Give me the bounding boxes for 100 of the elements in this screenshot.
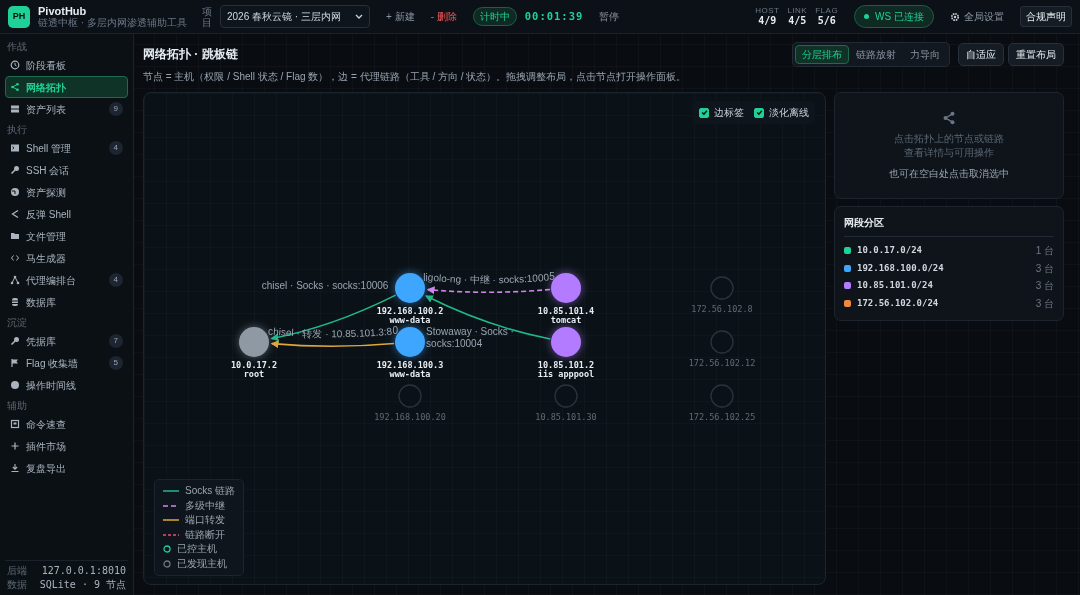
sidebar-item[interactable]: 代理编排台 4: [5, 269, 128, 291]
host-node[interactable]: [239, 327, 269, 357]
host-node[interactable]: [710, 330, 734, 354]
layout-tab[interactable]: 分层排布: [795, 45, 849, 64]
settings-icon: [950, 11, 960, 22]
key-icon: [10, 165, 20, 175]
segment-cidr: 172.56.102.0/24: [857, 296, 940, 310]
key-icon: [10, 336, 20, 346]
proxy-link[interactable]: [426, 286, 551, 295]
footer-label: 数据: [7, 578, 27, 592]
compliance-button[interactable]: 合规声明: [1020, 6, 1072, 27]
legend-label: Socks 链路: [185, 485, 235, 498]
sidebar-item[interactable]: Flag 收集墙 5: [5, 352, 128, 374]
settings-button[interactable]: 全局设置: [950, 9, 1004, 24]
section-title: 沉淀: [6, 316, 28, 330]
stat-value: 4/5: [787, 15, 808, 26]
footer-value: 127.0.0.1:8010: [41, 564, 126, 578]
host-user: www-data: [389, 315, 431, 325]
segment-count: 3 台: [1035, 279, 1054, 294]
host-node[interactable]: [398, 384, 422, 408]
host-node[interactable]: [710, 276, 734, 300]
sidebar-item[interactable]: 命令速查: [5, 413, 128, 435]
count-badge: 5: [108, 356, 123, 370]
checkbox-label: 边标签: [714, 106, 744, 120]
host-user: tomcat: [550, 315, 582, 325]
app-name: PivotHub: [38, 4, 88, 17]
download-icon: [10, 463, 20, 473]
footer-label: 后端: [7, 564, 27, 578]
host-user: iis apppool: [537, 369, 595, 379]
hint-text: 查看详情与可用操作: [904, 145, 994, 159]
count-badge: 4: [108, 273, 123, 287]
sidebar-item[interactable]: 网络拓扑: [5, 76, 128, 98]
toolbar-button[interactable]: 重置布局: [1008, 43, 1064, 66]
topology-canvas[interactable]: [143, 92, 826, 585]
sidebar-item[interactable]: 操作时间线: [5, 374, 128, 396]
checkbox[interactable]: [754, 107, 764, 118]
code-icon: [10, 253, 20, 263]
link-label: chisel · 转发 · 10.85.101.3:80: [268, 325, 398, 340]
hint-text: 点击拓扑上的节点或链路: [894, 131, 1004, 145]
section-title: 执行: [6, 123, 28, 137]
sidebar-item[interactable]: 资产列表 9: [5, 98, 128, 120]
segment-cidr: 192.168.100.0/24: [857, 261, 945, 275]
proxy-link[interactable]: [270, 340, 395, 349]
page-description: 节点 = 主机（权限 / Shell 状态 / Flag 数），边 = 代理链路（工具 / 方向 / 状态）。拖拽调整布局，点击节点打开操作面板。: [143, 70, 688, 84]
sidebar-item[interactable]: 阶段看板: [5, 54, 128, 76]
stat-value: 4/9: [757, 15, 778, 26]
stat-label: LINK: [787, 7, 808, 15]
sidebar-item[interactable]: Shell 管理 4: [5, 137, 128, 159]
nodes-icon: [10, 275, 20, 285]
host-user: root: [243, 369, 265, 379]
app-subtitle: 链透中枢 · 多层内网渗透辅助工具: [38, 16, 187, 29]
share-icon: [942, 110, 956, 125]
host-ip: 172.56.102.25: [688, 412, 756, 422]
stat-label: FLAG: [815, 7, 839, 15]
sidebar-item[interactable]: 文件管理: [5, 225, 128, 247]
pause-button[interactable]: 暂停: [599, 9, 620, 24]
toolbar-button[interactable]: 自适应: [958, 43, 1004, 66]
option-checkbox[interactable]: 边标签: [699, 105, 744, 120]
sidebar-item[interactable]: 资产探测: [5, 181, 128, 203]
connection-text: WS 已连接: [875, 10, 924, 24]
hint-note: 也可在空白处点击取消选中: [889, 166, 1009, 181]
host-ip: 10.0.17.2: [230, 360, 278, 370]
link-label: Stowaway · Socks · socks:10004: [426, 326, 515, 351]
legend-label: 链路断开: [185, 528, 225, 541]
delete-button[interactable]: - 删除: [430, 9, 457, 24]
checkbox[interactable]: [699, 107, 709, 118]
legend-label: 已发现主机: [177, 557, 227, 570]
sidebar-item[interactable]: 数据库: [5, 291, 128, 313]
timer: 00:01:39: [524, 8, 584, 24]
terminal-icon: [10, 143, 20, 153]
count-badge: 7: [108, 334, 123, 348]
host-node[interactable]: [551, 327, 581, 357]
sidebar-item[interactable]: 反弹 Shell: [5, 203, 128, 225]
new-button[interactable]: + 新建: [386, 9, 415, 24]
host-ip: 192.168.100.20: [374, 412, 446, 422]
plus-icon: [10, 441, 20, 451]
host-ip: 10.85.101.30: [535, 412, 597, 422]
sidebar-item[interactable]: 凭据库 7: [5, 330, 128, 352]
project-select[interactable]: 2026 春秋云镜 · 三层内网: [220, 5, 370, 28]
count-badge: 4: [108, 141, 123, 155]
host-ip: 10.85.101.2: [537, 360, 595, 370]
count-badge: 9: [108, 102, 123, 116]
timer-status: 计时中: [472, 7, 517, 26]
folder-icon: [10, 231, 20, 241]
layout-tab[interactable]: 链路放射: [849, 45, 903, 64]
host-node[interactable]: [710, 384, 734, 408]
segment-count: 1 台: [1035, 244, 1054, 259]
host-ip: 172.56.102.8: [691, 304, 753, 314]
sidebar-item[interactable]: SSH 会话: [5, 159, 128, 181]
layout-tab[interactable]: 力导向: [903, 45, 947, 64]
host-node[interactable]: [554, 384, 578, 408]
host-node[interactable]: [395, 273, 425, 303]
chevron-icon: [10, 209, 20, 219]
sidebar-item[interactable]: 马生成器: [5, 247, 128, 269]
caret-icon: [355, 13, 363, 20]
sidebar-item[interactable]: 复盘导出: [5, 457, 128, 479]
legend-label: 已控主机: [177, 543, 217, 556]
sidebar-item[interactable]: 插件市场: [5, 435, 128, 457]
option-checkbox[interactable]: 淡化离线: [754, 105, 809, 120]
share-icon: [10, 82, 20, 92]
